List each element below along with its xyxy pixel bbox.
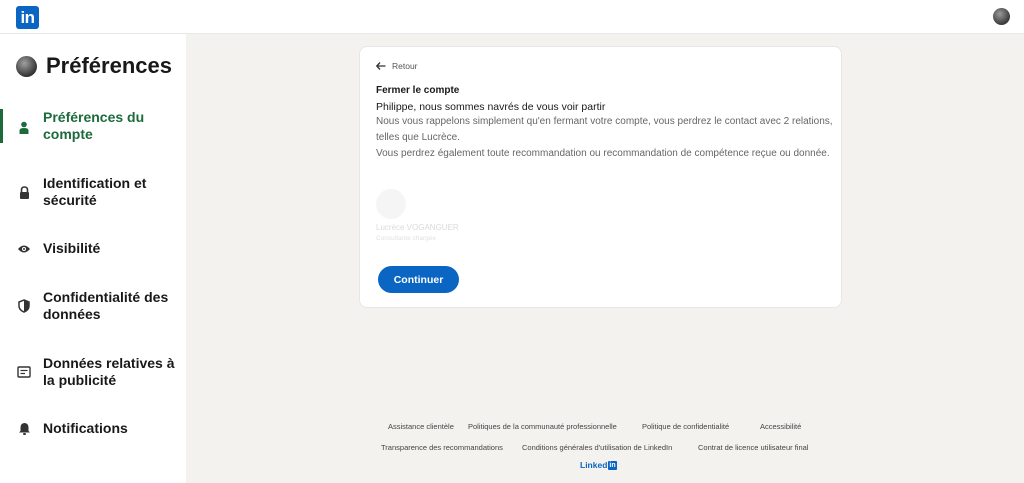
footer-logo-in: in xyxy=(608,460,617,470)
sidebar-item-data-privacy[interactable]: Confidentialité des données xyxy=(0,289,186,325)
bell-icon xyxy=(17,421,31,435)
sidebar-item-identification-security[interactable]: Identification et sécurité xyxy=(0,175,186,211)
sidebar-header: Préférences xyxy=(16,52,172,80)
recommendation-text: Vous perdrez également toute recommandat… xyxy=(376,148,830,159)
back-label: Retour xyxy=(392,61,418,71)
back-link[interactable]: Retour xyxy=(376,61,418,71)
continue-button[interactable]: Continuer xyxy=(378,266,459,293)
close-account-card: Retour Fermer le compte Philippe, nous s… xyxy=(359,46,842,308)
eye-icon xyxy=(17,242,31,256)
reminder-text: Nous vous rappelons simplement qu'en fer… xyxy=(376,116,833,143)
sidebar-item-label: Visibilité xyxy=(43,240,101,256)
ad-icon xyxy=(17,365,31,379)
profile-avatar[interactable] xyxy=(993,8,1010,25)
footer-link-terms-of-use[interactable]: Conditions générales d'utilisation de Li… xyxy=(522,443,672,452)
contact-title: Consultante chargée xyxy=(376,235,436,242)
footer-link-customer-support[interactable]: Assistance clientèle xyxy=(388,422,454,431)
lock-icon xyxy=(17,185,31,199)
sidebar-item-advertising-data[interactable]: Données relatives à la publicité xyxy=(0,355,186,391)
sidebar-item-notifications[interactable]: Notifications xyxy=(0,420,186,440)
sidebar-item-account-preferences[interactable]: Préférences du compte xyxy=(0,109,186,145)
card-title: Fermer le compte xyxy=(376,85,460,96)
sidebar-item-label: Données relatives à la publicité xyxy=(43,355,175,388)
footer-linkedin-logo: Linked in xyxy=(580,460,617,470)
footer-link-eula[interactable]: Contrat de licence utilisateur final xyxy=(698,443,808,452)
person-icon xyxy=(17,120,31,134)
sidebar-item-label: Notifications xyxy=(43,420,128,436)
linkedin-logo[interactable]: in xyxy=(16,6,39,29)
contact-avatar xyxy=(376,189,406,219)
footer-link-privacy-policy[interactable]: Politique de confidentialité xyxy=(642,422,729,431)
sidebar-item-label: Préférences du compte xyxy=(43,109,145,142)
settings-sidebar: Préférences Préférences du compte Identi… xyxy=(0,34,186,483)
sidebar-item-label: Identification et sécurité xyxy=(43,175,147,208)
footer-link-community-policies[interactable]: Politiques de la communauté professionne… xyxy=(468,422,617,431)
card-subtitle: Philippe, nous sommes navrés de vous voi… xyxy=(376,101,606,113)
avatar xyxy=(16,55,37,77)
sidebar-item-visibility[interactable]: Visibilité xyxy=(0,240,186,260)
footer-link-recommendation-transparency[interactable]: Transparence des recommandations xyxy=(381,443,503,452)
top-navigation-bar: in xyxy=(0,0,1024,34)
footer-link-accessibility[interactable]: Accessibilité xyxy=(760,422,801,431)
contact-name: Lucrèce VOGANGUER xyxy=(376,223,459,232)
arrow-left-icon xyxy=(376,62,386,70)
page-title: Préférences xyxy=(46,53,172,78)
footer-logo-word: Linked xyxy=(580,460,608,470)
shield-icon xyxy=(17,299,31,313)
sidebar-item-label: Confidentialité des données xyxy=(43,289,169,322)
